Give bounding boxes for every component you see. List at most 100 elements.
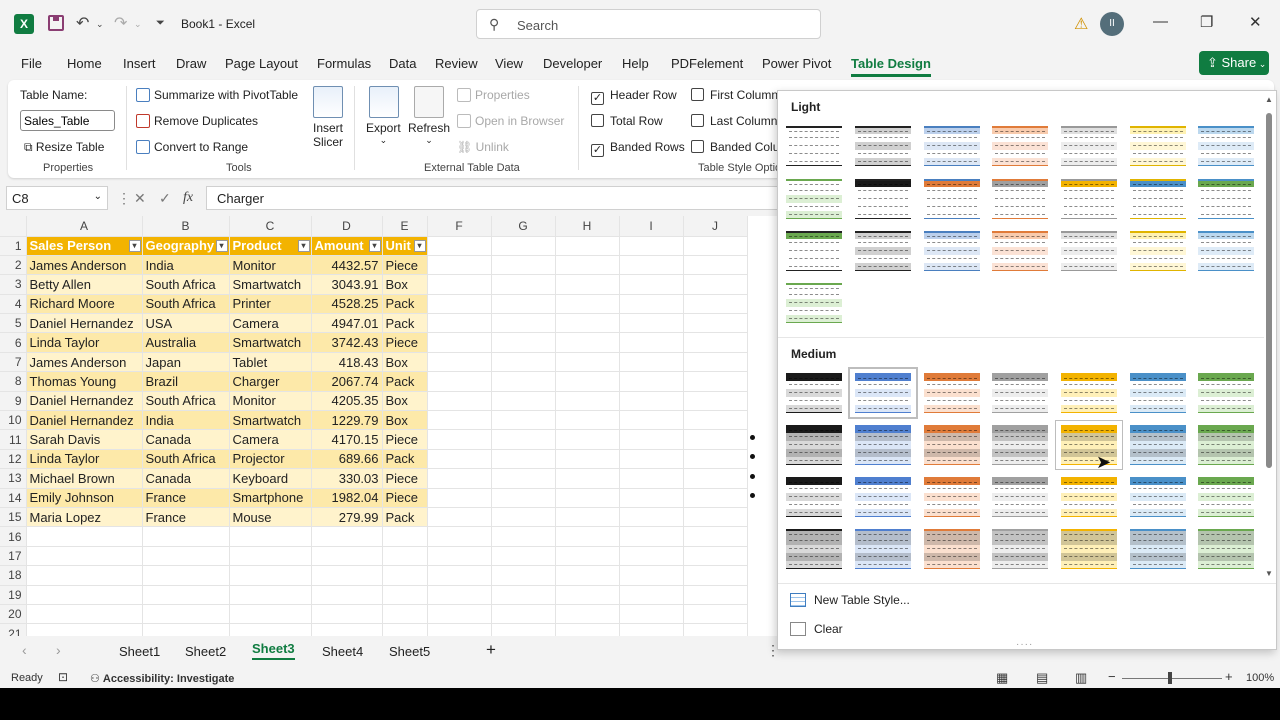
table-style-medium[interactable]	[1195, 371, 1257, 415]
table-style-medium[interactable]	[783, 371, 845, 415]
table-cell[interactable]: Piece	[382, 468, 428, 489]
empty-cell[interactable]	[555, 410, 620, 431]
table-cell[interactable]: Piece	[382, 488, 428, 508]
table-style-medium[interactable]	[852, 423, 914, 467]
accessibility-status[interactable]: ⚇ Accessibility: Investigate	[90, 672, 234, 685]
customize-toolbar-icon[interactable]: ⏷	[156, 17, 165, 30]
column-header[interactable]: I	[619, 216, 684, 237]
empty-cell[interactable]	[427, 391, 492, 412]
filter-dropdown-icon[interactable]: ▾	[215, 239, 228, 252]
table-cell[interactable]: Smartphone	[229, 488, 312, 508]
table-style-medium[interactable]	[1058, 475, 1120, 519]
table-cell[interactable]: 689.66	[311, 449, 383, 470]
empty-cell[interactable]	[619, 429, 684, 450]
empty-cell[interactable]	[427, 565, 492, 586]
table-cell[interactable]: 279.99	[311, 507, 383, 528]
save-icon[interactable]	[48, 15, 64, 31]
empty-cell[interactable]	[382, 526, 428, 547]
empty-cell[interactable]	[619, 507, 684, 528]
row-header[interactable]: 17	[0, 546, 27, 567]
scroll-right-icon[interactable]: ›	[56, 642, 61, 658]
column-header[interactable]: F	[427, 216, 492, 237]
empty-cell[interactable]	[491, 391, 556, 412]
summarize-pivottable-button[interactable]: Summarize with PivotTable	[136, 88, 298, 102]
empty-cell[interactable]	[555, 565, 620, 586]
table-cell[interactable]: South Africa	[142, 274, 230, 295]
convert-to-range-button[interactable]: Convert to Range	[136, 140, 248, 154]
table-style-light[interactable]	[852, 177, 914, 221]
empty-cell[interactable]	[427, 585, 492, 605]
table-cell[interactable]: Camera	[229, 429, 312, 450]
empty-cell[interactable]	[229, 565, 312, 586]
table-cell[interactable]: Australia	[142, 332, 230, 353]
table-style-medium[interactable]	[989, 475, 1051, 519]
table-cell[interactable]: Smartwatch	[229, 410, 312, 431]
cancel-icon[interactable]: ✕	[134, 190, 146, 207]
table-style-light[interactable]	[1127, 177, 1189, 221]
empty-cell[interactable]	[683, 507, 748, 528]
empty-cell[interactable]	[427, 274, 492, 295]
table-style-medium[interactable]	[921, 371, 983, 415]
table-cell[interactable]: 330.03	[311, 468, 383, 489]
empty-cell[interactable]	[427, 332, 492, 353]
table-style-medium[interactable]	[1058, 371, 1120, 415]
table-cell[interactable]: Box	[382, 274, 428, 295]
table-cell[interactable]: Box	[382, 391, 428, 412]
empty-cell[interactable]	[491, 236, 556, 256]
table-style-medium[interactable]	[989, 371, 1051, 415]
table-cell[interactable]: 4432.57	[311, 255, 383, 276]
table-style-light[interactable]	[921, 177, 983, 221]
tab-review[interactable]: Review	[435, 56, 478, 71]
empty-cell[interactable]	[555, 546, 620, 567]
insert-function-icon[interactable]: fx	[183, 190, 193, 206]
zoom-level[interactable]: 100%	[1246, 672, 1274, 684]
empty-cell[interactable]	[619, 604, 684, 625]
empty-cell[interactable]	[619, 236, 684, 256]
table-cell[interactable]: Pack	[382, 313, 428, 334]
empty-cell[interactable]	[427, 546, 492, 567]
table-cell[interactable]: Pack	[382, 507, 428, 528]
empty-cell[interactable]	[619, 546, 684, 567]
scroll-left-icon[interactable]: ‹	[22, 642, 27, 658]
empty-cell[interactable]	[619, 449, 684, 470]
empty-cell[interactable]	[683, 255, 748, 276]
gallery-scrollbar[interactable]: ▲ ▼	[1265, 95, 1273, 578]
table-cell[interactable]: USA	[142, 313, 230, 334]
tab-formulas[interactable]: Formulas	[317, 56, 371, 71]
empty-cell[interactable]	[683, 429, 748, 450]
header-row-checkbox[interactable]: ✓ Header Row	[591, 88, 677, 105]
table-cell[interactable]: 4528.25	[311, 294, 383, 315]
tab-page-layout[interactable]: Page Layout	[225, 56, 298, 71]
row-header[interactable]: 8	[0, 371, 27, 392]
empty-cell[interactable]	[683, 294, 748, 315]
table-cell[interactable]: 3043.91	[311, 274, 383, 295]
open-in-browser-button[interactable]: Open in Browser	[457, 114, 564, 128]
table-cell[interactable]: 418.43	[311, 352, 383, 373]
table-cell[interactable]: Pack	[382, 449, 428, 470]
table-cell[interactable]: Linda Taylor	[26, 449, 143, 470]
table-style-light[interactable]	[1127, 229, 1189, 273]
empty-cell[interactable]	[427, 449, 492, 470]
filter-dropdown-icon[interactable]: ▾	[413, 239, 426, 252]
row-header[interactable]: 14	[0, 488, 27, 508]
table-style-medium[interactable]	[852, 527, 914, 571]
row-header[interactable]: 5	[0, 313, 27, 334]
filter-dropdown-icon[interactable]: ▾	[128, 239, 141, 252]
table-cell[interactable]: France	[142, 488, 230, 508]
table-cell[interactable]: Monitor	[229, 391, 312, 412]
empty-cell[interactable]	[683, 526, 748, 547]
empty-cell[interactable]	[491, 623, 556, 636]
empty-cell[interactable]	[427, 623, 492, 636]
column-header[interactable]: J	[683, 216, 748, 237]
row-header[interactable]: 13	[0, 468, 27, 489]
zoom-out-icon[interactable]: −	[1108, 669, 1116, 684]
table-cell[interactable]: South Africa	[142, 391, 230, 412]
empty-cell[interactable]	[683, 410, 748, 431]
table-cell[interactable]: Linda Taylor	[26, 332, 143, 353]
empty-cell[interactable]	[311, 565, 383, 586]
table-style-medium[interactable]	[1195, 475, 1257, 519]
table-header-cell[interactable]: Product ▾	[229, 236, 312, 256]
table-cell[interactable]: Tablet	[229, 352, 312, 373]
table-style-light[interactable]	[921, 124, 983, 168]
table-cell[interactable]: Smartwatch	[229, 332, 312, 353]
